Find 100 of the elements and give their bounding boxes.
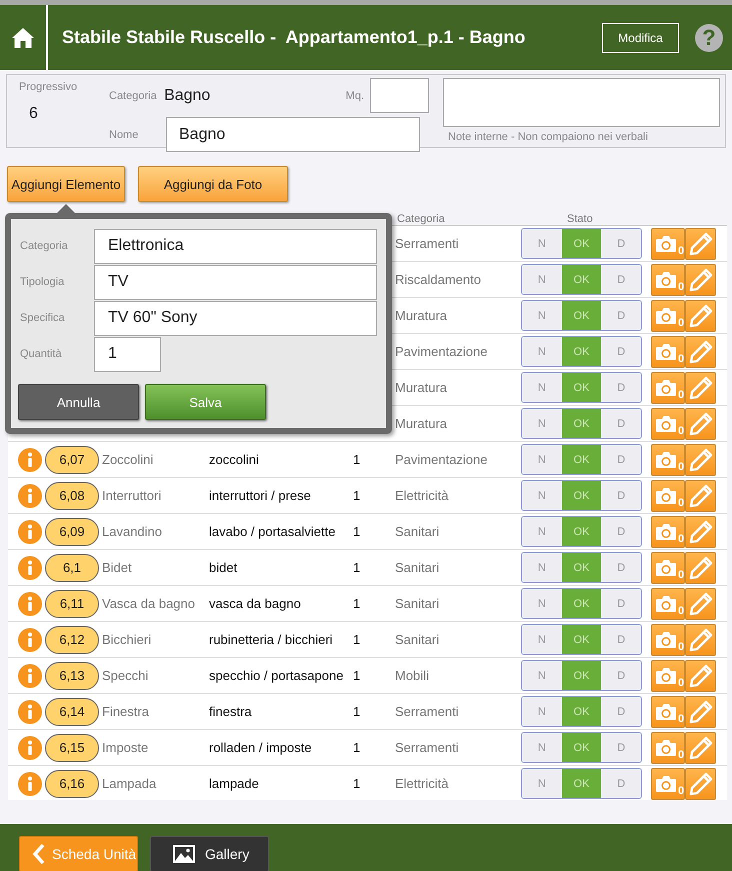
state-option[interactable]: OK [562,265,602,294]
add-element-button[interactable]: Aggiungi Elemento [7,166,125,202]
state-option[interactable]: OK [562,445,602,474]
state-option[interactable]: D [601,337,641,366]
photo-button[interactable]: 0 [651,336,686,368]
state-option[interactable]: N [522,661,562,690]
state-option[interactable]: D [601,625,641,654]
state-option[interactable]: N [522,337,562,366]
state-option[interactable]: D [601,409,641,438]
edit-pencil-button[interactable] [685,552,716,584]
state-option[interactable]: OK [562,553,602,582]
state-option[interactable]: OK [562,517,602,546]
state-option[interactable]: OK [562,769,602,798]
edit-pencil-button[interactable] [685,732,716,764]
state-option[interactable]: D [601,517,641,546]
edit-pencil-button[interactable] [685,300,716,332]
edit-pencil-button[interactable] [685,696,716,728]
input-field[interactable]: TV [94,264,377,300]
state-option[interactable]: OK [562,373,602,402]
state-option[interactable]: OK [562,733,602,762]
photo-button[interactable]: 0 [651,264,686,296]
info-icon[interactable] [18,556,42,580]
state-option[interactable]: OK [562,229,602,258]
state-option[interactable]: D [601,661,641,690]
home-icon[interactable] [11,26,35,48]
state-option[interactable]: N [522,769,562,798]
photo-button[interactable]: 0 [651,300,686,332]
state-option[interactable]: OK [562,337,602,366]
state-option[interactable]: D [601,553,641,582]
state-option[interactable]: D [601,589,641,618]
edit-button[interactable]: Modifica [602,22,679,52]
gallery-button[interactable]: Gallery [150,836,269,871]
photo-button[interactable]: 0 [651,408,686,440]
state-option[interactable]: D [601,769,641,798]
add-from-photo-button[interactable]: Aggiungi da Foto [138,166,288,202]
state-option[interactable]: N [522,589,562,618]
photo-button[interactable]: 0 [651,552,686,584]
photo-button[interactable]: 0 [651,768,686,800]
edit-pencil-button[interactable] [685,768,716,800]
photo-button[interactable]: 0 [651,516,686,548]
photo-button[interactable]: 0 [651,228,686,260]
state-option[interactable]: D [601,697,641,726]
photo-button[interactable]: 0 [651,588,686,620]
photo-button[interactable]: 0 [651,480,686,512]
edit-pencil-button[interactable] [685,516,716,548]
nome-field[interactable]: Bagno [166,117,420,152]
input-field[interactable]: TV 60" Sony [94,300,377,336]
mq-field[interactable] [370,78,429,113]
state-option[interactable]: N [522,229,562,258]
state-option[interactable]: N [522,697,562,726]
state-option[interactable]: N [522,481,562,510]
state-option[interactable]: D [601,733,641,762]
state-option[interactable]: OK [562,661,602,690]
state-option[interactable]: N [522,625,562,654]
info-icon[interactable] [18,664,42,688]
info-icon[interactable] [18,484,42,508]
help-button[interactable]: ? [695,24,723,52]
photo-button[interactable]: 0 [651,732,686,764]
state-option[interactable]: D [601,373,641,402]
state-option[interactable]: D [601,481,641,510]
notes-field[interactable] [443,78,720,127]
edit-pencil-button[interactable] [685,264,716,296]
edit-pencil-button[interactable] [685,588,716,620]
state-option[interactable]: N [522,373,562,402]
cancel-button[interactable]: Annulla [18,384,139,420]
info-icon[interactable] [18,736,42,760]
state-option[interactable]: OK [562,625,602,654]
state-option[interactable]: OK [562,589,602,618]
photo-button[interactable]: 0 [651,624,686,656]
state-option[interactable]: OK [562,697,602,726]
state-option[interactable]: N [522,265,562,294]
info-icon[interactable] [18,520,42,544]
state-option[interactable]: N [522,409,562,438]
info-icon[interactable] [18,628,42,652]
state-option[interactable]: N [522,733,562,762]
state-option[interactable]: N [522,553,562,582]
photo-button[interactable]: 0 [651,444,686,476]
input-field[interactable]: Elettronica [94,228,377,264]
edit-pencil-button[interactable] [685,228,716,260]
back-button[interactable]: Scheda Unità [19,836,138,871]
input-field[interactable]: 1 [94,336,161,372]
state-option[interactable]: OK [562,301,602,330]
info-icon[interactable] [18,592,42,616]
state-option[interactable]: N [522,301,562,330]
info-icon[interactable] [18,700,42,724]
info-icon[interactable] [18,772,42,796]
state-option[interactable]: OK [562,409,602,438]
state-option[interactable]: D [601,445,641,474]
state-option[interactable]: D [601,229,641,258]
edit-pencil-button[interactable] [685,660,716,692]
edit-pencil-button[interactable] [685,444,716,476]
state-option[interactable]: N [522,445,562,474]
state-option[interactable]: D [601,265,641,294]
photo-button[interactable]: 0 [651,696,686,728]
info-icon[interactable] [18,448,42,472]
state-option[interactable]: N [522,517,562,546]
edit-pencil-button[interactable] [685,372,716,404]
edit-pencil-button[interactable] [685,336,716,368]
edit-pencil-button[interactable] [685,480,716,512]
photo-button[interactable]: 0 [651,660,686,692]
